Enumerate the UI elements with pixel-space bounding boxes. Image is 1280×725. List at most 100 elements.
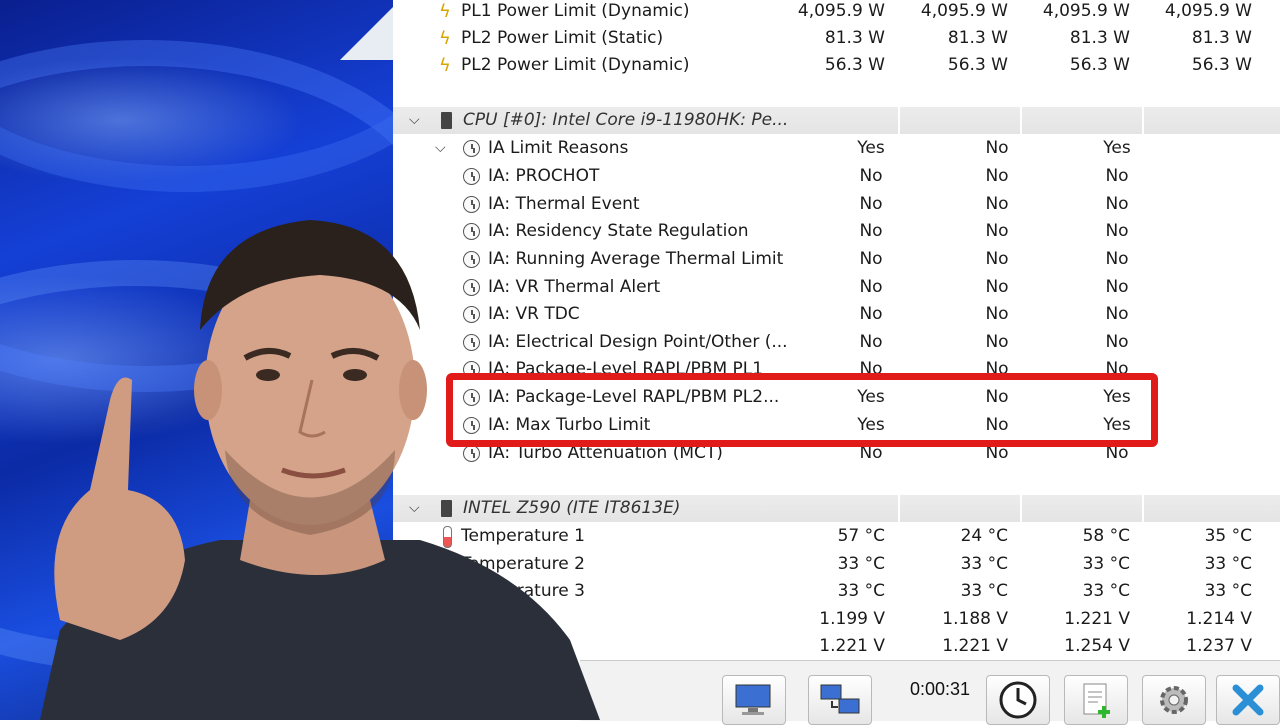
sensor-row[interactable]: 1.221 V 1.221 V 1.254 V 1.237 V xyxy=(393,633,1280,660)
sensor-value: No xyxy=(859,194,883,214)
sensor-label: Temperature 3 xyxy=(461,581,585,601)
power-bolt-icon: ϟ xyxy=(439,55,451,76)
sensor-value: No xyxy=(1105,332,1129,352)
highlight-box xyxy=(446,373,1158,447)
group-title: INTEL Z590 (ITE IT8613E) xyxy=(463,498,681,518)
sensor-row[interactable]: IA: VR TDC No No No xyxy=(393,301,1280,328)
sensor-row[interactable]: ϟ PL2 Power Limit (Dynamic) 56.3 W 56.3 … xyxy=(393,52,1280,79)
sensor-value: No xyxy=(859,166,883,186)
sensor-value: 56.3 W xyxy=(947,55,1008,75)
sensor-row[interactable]: Temperature 3 33 °C 33 °C 33 °C 33 °C xyxy=(393,578,1280,605)
sensor-value: 35 °C xyxy=(1204,526,1252,546)
sensor-row[interactable]: IA: Running Average Thermal Limit No No … xyxy=(393,246,1280,273)
sensor-row[interactable]: ϟ PL1 Power Limit (Dynamic) 4,095.9 W 4,… xyxy=(393,0,1280,25)
sensor-value: 58 °C xyxy=(1082,526,1130,546)
sensor-row[interactable]: ⌵ IA Limit Reasons Yes No Yes xyxy=(393,135,1280,162)
power-bolt-icon: ϟ xyxy=(439,1,451,22)
sensor-value: No xyxy=(985,221,1009,241)
chevron-down-icon[interactable]: ⌵ xyxy=(435,135,446,162)
sensor-value: 33 °C xyxy=(960,554,1008,574)
sensor-label: IA: Electrical Design Point/Other (... xyxy=(488,332,788,352)
limit-clock-icon xyxy=(463,445,480,462)
power-bolt-icon: ϟ xyxy=(439,28,451,49)
desktop-wallpaper xyxy=(0,0,393,720)
sensor-value: 33 °C xyxy=(837,554,885,574)
thermometer-icon xyxy=(443,554,452,576)
sensor-value: No xyxy=(1105,277,1129,297)
sensor-row[interactable]: IA: PROCHOT No No No xyxy=(393,163,1280,190)
sensor-value: No xyxy=(859,221,883,241)
sensor-label: IA: PROCHOT xyxy=(488,166,600,186)
close-icon[interactable] xyxy=(1216,675,1280,725)
limit-clock-icon xyxy=(463,279,480,296)
sensor-row[interactable]: Temperature 2 33 °C 33 °C 33 °C 33 °C xyxy=(393,551,1280,578)
sensor-row[interactable]: IA: Electrical Design Point/Other (... N… xyxy=(393,329,1280,356)
sensor-value: 57 °C xyxy=(837,526,885,546)
sensor-value: 33 °C xyxy=(1082,554,1130,574)
group-title: CPU [#0]: Intel Core i9-11980HK: Pe... xyxy=(463,110,789,130)
sensor-value: No xyxy=(1105,249,1129,269)
thermometer-icon xyxy=(443,581,452,603)
sensor-value: 1.214 V xyxy=(1186,609,1252,629)
sensor-value: No xyxy=(1105,194,1129,214)
limit-clock-icon xyxy=(463,140,480,157)
sensor-row[interactable]: Temperature 1 57 °C 24 °C 58 °C 35 °C xyxy=(393,523,1280,550)
cpu-group-header[interactable]: ⌵ CPU [#0]: Intel Core i9-11980HK: Pe... xyxy=(393,107,1280,134)
chevron-down-icon[interactable]: ⌵ xyxy=(409,495,420,522)
sensor-label: PL2 Power Limit (Static) xyxy=(461,28,664,48)
sensor-value: No xyxy=(985,304,1009,324)
sensor-label: PL2 Power Limit (Dynamic) xyxy=(461,55,690,75)
sensor-value: No xyxy=(1105,221,1129,241)
sensor-value: 4,095.9 W xyxy=(1042,1,1130,21)
sensor-row[interactable]: ϟ PL2 Power Limit (Static) 81.3 W 81.3 W… xyxy=(393,25,1280,52)
board-group-header[interactable]: ⌵ INTEL Z590 (ITE IT8613E) xyxy=(393,495,1280,522)
sensor-value: No xyxy=(1105,166,1129,186)
sensor-value: No xyxy=(985,332,1009,352)
sensor-label: Temperature 2 xyxy=(461,554,585,574)
sensor-value: Yes xyxy=(857,138,885,158)
settings-gear-icon[interactable] xyxy=(1142,675,1206,725)
sensor-value: 33 °C xyxy=(1082,581,1130,601)
sensor-value: 1.221 V xyxy=(942,636,1008,656)
sensor-value: 1.237 V xyxy=(1186,636,1252,656)
sensor-value: 33 °C xyxy=(1204,554,1252,574)
board-chip-icon xyxy=(438,500,455,517)
report-add-icon[interactable] xyxy=(1064,675,1128,725)
chevron-down-icon[interactable]: ⌵ xyxy=(409,107,420,134)
sensor-value: 33 °C xyxy=(1204,581,1252,601)
sensor-label: Temperature 1 xyxy=(461,526,585,546)
sensor-value: 1.199 V xyxy=(819,609,885,629)
bottom-toolbar: 0:00:31 xyxy=(580,660,1280,725)
sensor-value: Yes xyxy=(1103,138,1131,158)
sensor-list[interactable]: ϟ PL1 Power Limit (Dynamic) 4,095.9 W 4,… xyxy=(393,0,1280,660)
network-share-icon[interactable] xyxy=(808,675,872,725)
sensor-value: 4,095.9 W xyxy=(920,1,1008,21)
sensor-label: IA: Thermal Event xyxy=(488,194,640,214)
sensor-row[interactable]: IA: Thermal Event No No No xyxy=(393,191,1280,218)
sensor-row[interactable]: IA: VR Thermal Alert No No No xyxy=(393,274,1280,301)
sensor-label: IA: Running Average Thermal Limit xyxy=(488,249,784,269)
thermometer-icon xyxy=(443,526,452,548)
sensor-row[interactable]: 1.199 V 1.188 V 1.221 V 1.214 V xyxy=(393,606,1280,633)
clock-icon[interactable] xyxy=(986,675,1050,725)
sensor-label: IA Limit Reasons xyxy=(488,138,629,158)
sensor-value: 1.254 V xyxy=(1064,636,1130,656)
sensor-value: 4,095.9 W xyxy=(797,1,885,21)
network-monitor-icon[interactable] xyxy=(722,675,786,725)
sensor-value: No xyxy=(859,332,883,352)
sensor-label: IA: VR TDC xyxy=(488,304,580,324)
limit-clock-icon xyxy=(463,251,480,268)
sensor-value: 24 °C xyxy=(960,526,1008,546)
sensor-value: 56.3 W xyxy=(824,55,885,75)
sensor-value: No xyxy=(985,277,1009,297)
sensor-value: 56.3 W xyxy=(1069,55,1130,75)
sensor-label: IA: Residency State Regulation xyxy=(488,221,749,241)
sensor-value: No xyxy=(985,194,1009,214)
sensor-label: IA: VR Thermal Alert xyxy=(488,277,661,297)
sensor-value: 81.3 W xyxy=(824,28,885,48)
sensor-value: No xyxy=(859,249,883,269)
sensor-row[interactable]: IA: Residency State Regulation No No No xyxy=(393,218,1280,245)
sensor-value: No xyxy=(985,138,1009,158)
elapsed-timer: 0:00:31 xyxy=(910,679,971,699)
sensor-value: 33 °C xyxy=(960,581,1008,601)
